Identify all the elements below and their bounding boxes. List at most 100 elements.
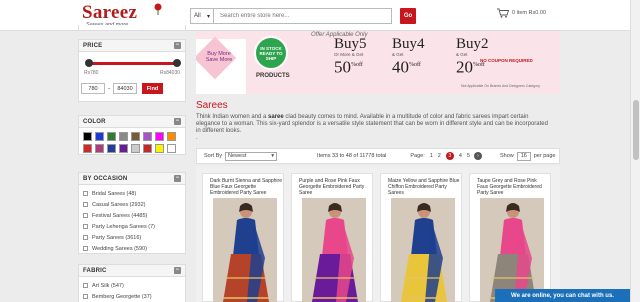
filter-option[interactable]: Party Sarees (3616): [83, 232, 181, 243]
filter-option[interactable]: Casual Sarees (2932): [83, 199, 181, 210]
price-min-input[interactable]: 780: [81, 83, 105, 94]
filter-checkbox[interactable]: [83, 246, 88, 251]
color-swatch[interactable]: [95, 144, 104, 153]
filter-checkbox[interactable]: [83, 294, 88, 299]
collapse-icon[interactable]: −: [174, 118, 181, 125]
sort-select-value: Newest: [228, 153, 247, 159]
product-name[interactable]: Taupe Grey and Rose Pink Faux Georgette …: [477, 178, 549, 196]
color-swatch[interactable]: [119, 132, 128, 141]
filter-checkbox[interactable]: [83, 213, 88, 218]
banner-note: Not Applicable On Brands And Designers C…: [461, 84, 540, 88]
pagination: Page: 1 2 3 4 5 ›: [410, 152, 482, 160]
offer-title: Buy4: [392, 36, 425, 52]
scrollbar-thumb[interactable]: [633, 100, 639, 160]
price-max-input[interactable]: 84030: [113, 83, 137, 94]
product-card[interactable]: Maize Yellow and Sapphire Blue Chiffon E…: [380, 173, 462, 302]
product-image[interactable]: [213, 198, 277, 302]
price-min-label: Rs780: [84, 70, 99, 76]
product-card[interactable]: Dark Burnt Sienna and Sapphire Blue Faux…: [202, 173, 284, 302]
color-swatch[interactable]: [167, 144, 176, 153]
price-find-button[interactable]: Find: [142, 83, 163, 94]
collapse-icon[interactable]: −: [174, 267, 181, 274]
color-swatch[interactable]: [143, 132, 152, 141]
fabric-filter-header[interactable]: FABRIC −: [79, 265, 185, 277]
collapse-icon[interactable]: −: [174, 175, 181, 182]
page-scrollbar[interactable]: [630, 0, 640, 302]
color-swatch[interactable]: [143, 144, 152, 153]
color-swatch[interactable]: [131, 144, 140, 153]
color-swatch[interactable]: [83, 132, 92, 141]
color-swatch[interactable]: [167, 132, 176, 141]
filter-option[interactable]: Party Lehenga Sarees (7): [83, 221, 181, 232]
price-filter-title: PRICE: [83, 42, 103, 49]
price-range-slider[interactable]: [85, 56, 181, 70]
offer-percent: 40%off: [392, 57, 421, 77]
price-slider-min-handle[interactable]: [85, 59, 93, 67]
occasion-filter-header[interactable]: BY OCCASION −: [79, 173, 185, 185]
filter-panel-top-stub: [78, 25, 186, 31]
color-swatch[interactable]: [107, 132, 116, 141]
occasion-filter-title: BY OCCASION: [83, 175, 128, 182]
color-filter-header[interactable]: COLOR −: [79, 116, 185, 128]
product-card[interactable]: Taupe Grey and Rose Pink Faux Georgette …: [469, 173, 551, 302]
cart-icon: [497, 8, 509, 18]
filter-checkbox[interactable]: [83, 191, 88, 196]
color-swatch[interactable]: [155, 132, 164, 141]
color-swatch[interactable]: [155, 144, 164, 153]
collapse-icon[interactable]: −: [174, 42, 181, 49]
search-button[interactable]: Go: [400, 8, 416, 24]
color-swatch[interactable]: [107, 144, 116, 153]
items-count: Items 33 to 48 of 11778 total: [317, 153, 387, 159]
filter-option-label: Party Lehenga Sarees (7): [92, 223, 155, 230]
filter-checkbox[interactable]: [83, 283, 88, 288]
no-coupon-label: NO COUPON REQUIRED: [480, 58, 533, 63]
cart-link[interactable]: 0 item Rs0.00: [497, 8, 546, 18]
banner-products-label: PRODUCTS: [256, 73, 290, 79]
product-card[interactable]: Purple and Rose Pink Faux Georgette Embr…: [291, 173, 373, 302]
filter-option[interactable]: Festival Sarees (4485): [83, 210, 181, 221]
product-name[interactable]: Purple and Rose Pink Faux Georgette Embr…: [299, 178, 371, 196]
product-name[interactable]: Dark Burnt Sienna and Sapphire Blue Faux…: [210, 178, 282, 196]
filter-option[interactable]: Art Silk (547): [83, 280, 181, 291]
product-name[interactable]: Maize Yellow and Sapphire Blue Chiffon E…: [388, 178, 460, 196]
search-input[interactable]: [214, 8, 392, 24]
next-page-icon[interactable]: ›: [473, 152, 482, 160]
page-link[interactable]: 2: [438, 153, 441, 159]
price-filter-header[interactable]: PRICE −: [79, 40, 185, 52]
sort-select[interactable]: Newest ▾: [225, 151, 278, 161]
price-max-label: Rs84030: [159, 70, 180, 76]
product-image[interactable]: [480, 198, 544, 302]
filter-checkbox[interactable]: [83, 235, 88, 240]
banner-left-block: Buy More Save More: [196, 36, 246, 94]
search-category-select[interactable]: All ▾: [190, 8, 214, 24]
chevron-down-icon: ▾: [206, 13, 210, 20]
color-swatch[interactable]: [83, 144, 92, 153]
occasion-filter: BY OCCASION − Bridal Sarees (48) Casual S…: [78, 172, 186, 254]
page-link[interactable]: 4: [459, 153, 462, 159]
filter-option[interactable]: Bemberg Georgette (37): [83, 291, 181, 302]
color-filter-title: COLOR: [83, 118, 106, 125]
filter-option[interactable]: Wedding Sarees (590): [83, 243, 181, 254]
page-link[interactable]: 5: [467, 153, 470, 159]
chevron-down-icon: ▾: [271, 153, 275, 159]
color-filter: COLOR −: [78, 115, 186, 155]
promo-banner[interactable]: Offer Applicable Only Buy More Save More…: [196, 31, 560, 94]
price-slider-max-handle[interactable]: [173, 59, 181, 67]
banner-left-text: Buy More Save More: [205, 51, 233, 63]
live-chat-bar[interactable]: We are online, you can chat with us.: [495, 289, 630, 302]
price-slider-track: [87, 62, 177, 65]
filter-option-label: Party Sarees (3616): [92, 234, 142, 241]
product-image[interactable]: [302, 198, 366, 302]
filter-option[interactable]: Bridal Sarees (48): [83, 188, 181, 199]
page-link[interactable]: 1: [430, 153, 433, 159]
per-page-select[interactable]: 16: [516, 151, 531, 161]
filter-checkbox[interactable]: [83, 224, 88, 229]
filter-checkbox[interactable]: [83, 202, 88, 207]
filter-option-label: Bemberg Georgette (37): [92, 293, 152, 300]
color-swatch[interactable]: [119, 144, 128, 153]
product-image[interactable]: [391, 198, 455, 302]
in-stock-badge: IN STOCK READY TO SHIP: [254, 36, 288, 70]
color-swatch[interactable]: [131, 132, 140, 141]
page-link[interactable]: 3: [445, 152, 454, 160]
color-swatch[interactable]: [95, 132, 104, 141]
